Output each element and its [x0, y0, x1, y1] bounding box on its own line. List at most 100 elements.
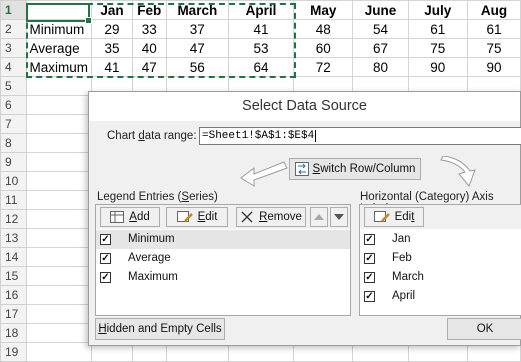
- row-header[interactable]: 6: [0, 95, 27, 115]
- sheet-cell[interactable]: [25, 342, 93, 362]
- checkbox[interactable]: ✓: [100, 253, 111, 264]
- remove-series-button[interactable]: Remove: [236, 207, 306, 227]
- sheet-cell[interactable]: 37: [165, 19, 230, 39]
- row-header[interactable]: 19: [0, 342, 27, 362]
- sheet-cell[interactable]: March: [165, 0, 230, 20]
- sheet-cell[interactable]: 41: [227, 19, 295, 39]
- sheet-cell[interactable]: [25, 209, 93, 229]
- sheet-cell[interactable]: [25, 95, 93, 115]
- row-header[interactable]: 13: [0, 228, 27, 248]
- legend-entries-panel: Add Edit Remove ✓ Minimum ✓ Average ✓ Ma…: [95, 204, 351, 316]
- sheet-cell[interactable]: 35: [91, 38, 133, 58]
- checkbox[interactable]: ✓: [364, 272, 375, 283]
- row-header[interactable]: 11: [0, 190, 27, 210]
- sheet-cell[interactable]: 90: [466, 57, 521, 77]
- sheet-cell[interactable]: [25, 171, 93, 191]
- sheet-cell[interactable]: 53: [227, 38, 295, 58]
- sheet-cell[interactable]: July: [407, 0, 468, 20]
- sheet-cell[interactable]: Feb: [131, 0, 167, 20]
- sheet-cell[interactable]: 75: [466, 38, 521, 58]
- series-item[interactable]: ✓ Maximum: [96, 268, 350, 287]
- sheet-cell[interactable]: April: [227, 0, 295, 20]
- category-item[interactable]: ✓ April: [360, 287, 521, 306]
- sheet-cell[interactable]: 47: [165, 38, 230, 58]
- sheet-row: 2 Minimum 29 33 37 41 48 54 61 61: [0, 19, 521, 39]
- checkbox[interactable]: ✓: [100, 234, 111, 245]
- switch-row-column-button[interactable]: Switch Row/Column: [289, 158, 421, 180]
- sheet-cell[interactable]: 47: [131, 57, 167, 77]
- sheet-cell[interactable]: [25, 266, 93, 286]
- category-item[interactable]: ✓ March: [360, 268, 521, 287]
- sheet-cell[interactable]: 56: [165, 57, 230, 77]
- sheet-cell[interactable]: 90: [407, 57, 468, 77]
- checkbox[interactable]: ✓: [100, 272, 111, 283]
- chart-data-range-input[interactable]: =Sheet1!$A$1:$E$4: [199, 127, 521, 145]
- switch-row-column-label: Switch Row/Column: [312, 163, 416, 175]
- edit-series-button[interactable]: Edit: [166, 207, 228, 227]
- sheet-cell[interactable]: 64: [227, 57, 295, 77]
- sheet-cell[interactable]: June: [352, 0, 409, 20]
- sheet-cell[interactable]: Jan: [91, 0, 133, 20]
- category-item-label: Jan: [392, 233, 411, 245]
- sheet-cell[interactable]: 80: [352, 57, 409, 77]
- checkbox[interactable]: ✓: [364, 291, 375, 302]
- row-header[interactable]: 5: [0, 76, 27, 96]
- sheet-cell[interactable]: 72: [293, 57, 354, 77]
- sheet-cell[interactable]: 61: [466, 19, 521, 39]
- sheet-cell[interactable]: [25, 304, 93, 324]
- sheet-cell[interactable]: [25, 152, 93, 172]
- ok-button[interactable]: OK: [447, 318, 521, 340]
- sheet-cell[interactable]: Aug: [466, 0, 521, 20]
- active-cell-a1[interactable]: [26, 3, 92, 24]
- row-header[interactable]: 18: [0, 323, 27, 343]
- sheet-cell[interactable]: 67: [352, 38, 409, 58]
- sheet-cell[interactable]: Maximum: [25, 57, 93, 77]
- series-item-label: Maximum: [128, 271, 178, 283]
- sheet-cell[interactable]: 40: [131, 38, 167, 58]
- category-item-label: April: [392, 290, 416, 302]
- sheet-cell[interactable]: 54: [352, 19, 409, 39]
- row-header[interactable]: 1: [0, 0, 27, 20]
- row-header[interactable]: 17: [0, 304, 27, 324]
- row-header[interactable]: 3: [0, 38, 27, 58]
- edit-axis-labels-button[interactable]: Edit: [364, 207, 424, 227]
- row-header[interactable]: 4: [0, 57, 27, 77]
- sheet-cell[interactable]: [25, 76, 93, 96]
- row-header[interactable]: 14: [0, 247, 27, 267]
- row-header[interactable]: 9: [0, 152, 27, 172]
- sheet-cell[interactable]: Average: [25, 38, 93, 58]
- move-down-button[interactable]: [330, 207, 348, 227]
- sheet-cell[interactable]: [25, 323, 93, 343]
- row-header[interactable]: 8: [0, 133, 27, 153]
- checkbox[interactable]: ✓: [364, 253, 375, 264]
- sheet-cell[interactable]: [25, 133, 93, 153]
- row-header[interactable]: 16: [0, 285, 27, 305]
- sheet-cell[interactable]: 29: [91, 19, 133, 39]
- sheet-cell[interactable]: [25, 285, 93, 305]
- sheet-cell[interactable]: Minimum: [25, 19, 93, 39]
- sheet-cell[interactable]: 61: [407, 19, 468, 39]
- sheet-cell[interactable]: [25, 228, 93, 248]
- add-series-button[interactable]: Add: [100, 207, 160, 227]
- sheet-cell[interactable]: 41: [91, 57, 133, 77]
- checkbox[interactable]: ✓: [364, 234, 375, 245]
- row-header[interactable]: 12: [0, 209, 27, 229]
- sheet-cell[interactable]: 33: [131, 19, 167, 39]
- series-item[interactable]: ✓ Average: [96, 249, 350, 268]
- sheet-cell[interactable]: 60: [293, 38, 354, 58]
- row-header[interactable]: 10: [0, 171, 27, 191]
- sheet-cell[interactable]: 48: [293, 19, 354, 39]
- sheet-cell[interactable]: [25, 114, 93, 134]
- row-header[interactable]: 7: [0, 114, 27, 134]
- category-item[interactable]: ✓ Feb: [360, 249, 521, 268]
- row-header[interactable]: 15: [0, 266, 27, 286]
- category-item[interactable]: ✓ Jan: [360, 230, 521, 249]
- sheet-cell[interactable]: [25, 247, 93, 267]
- hidden-empty-cells-button[interactable]: Hidden and Empty Cells: [95, 318, 225, 340]
- series-item[interactable]: ✓ Minimum: [96, 230, 350, 249]
- sheet-cell[interactable]: [25, 190, 93, 210]
- move-up-button[interactable]: [310, 207, 328, 227]
- row-header[interactable]: 2: [0, 19, 27, 39]
- sheet-cell[interactable]: 75: [407, 38, 468, 58]
- sheet-cell[interactable]: May: [293, 0, 354, 20]
